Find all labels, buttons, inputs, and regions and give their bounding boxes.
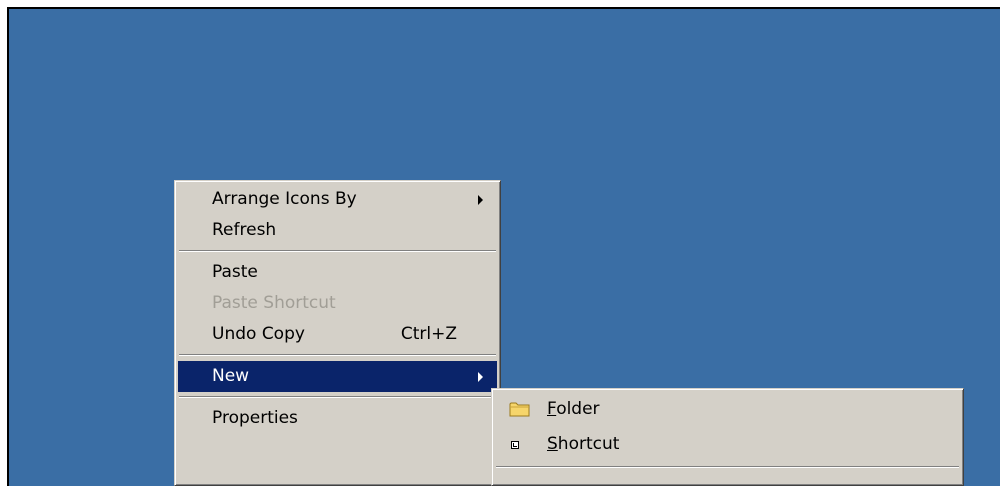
menu-item-label: Shortcut (547, 434, 620, 454)
submenu-item-shortcut[interactable]: Shortcut (495, 427, 960, 462)
menu-item-properties[interactable]: Properties (178, 403, 497, 434)
menu-item-label: Refresh (212, 220, 277, 240)
menu-item-new[interactable]: New (178, 361, 497, 392)
menu-separator (178, 392, 497, 403)
menu-item-label: Folder (547, 399, 600, 419)
menu-item-paste-shortcut: Paste Shortcut (178, 288, 497, 319)
menu-item-label: Properties (212, 408, 298, 428)
menu-item-undo-copy[interactable]: Undo Copy Ctrl+Z (178, 319, 497, 350)
menu-separator (178, 350, 497, 361)
menu-item-label: Paste (212, 262, 258, 282)
desktop-context-menu: Arrange Icons By Refresh Paste Paste Sho… (174, 180, 501, 486)
menu-item-paste[interactable]: Paste (178, 257, 497, 288)
submenu-arrow-icon (478, 372, 483, 382)
menu-separator (495, 462, 960, 473)
new-submenu: Folder Shortcut (491, 388, 964, 486)
menu-item-label: Arrange Icons By (212, 189, 357, 209)
menu-item-arrange-icons-by[interactable]: Arrange Icons By (178, 184, 497, 215)
menu-item-refresh[interactable]: Refresh (178, 215, 497, 246)
submenu-item-folder[interactable]: Folder (495, 392, 960, 427)
folder-icon (509, 402, 530, 417)
shortcut-icon (511, 441, 519, 449)
menu-item-label: Undo Copy (212, 324, 305, 344)
screen-frame: Arrange Icons By Refresh Paste Paste Sho… (0, 0, 1000, 486)
menu-item-label: New (212, 366, 250, 386)
desktop[interactable]: Arrange Icons By Refresh Paste Paste Sho… (7, 7, 1000, 486)
menu-item-label: Paste Shortcut (212, 293, 336, 313)
menu-separator (178, 246, 497, 257)
submenu-arrow-icon (478, 195, 483, 205)
menu-item-shortcut: Ctrl+Z (400, 324, 457, 344)
